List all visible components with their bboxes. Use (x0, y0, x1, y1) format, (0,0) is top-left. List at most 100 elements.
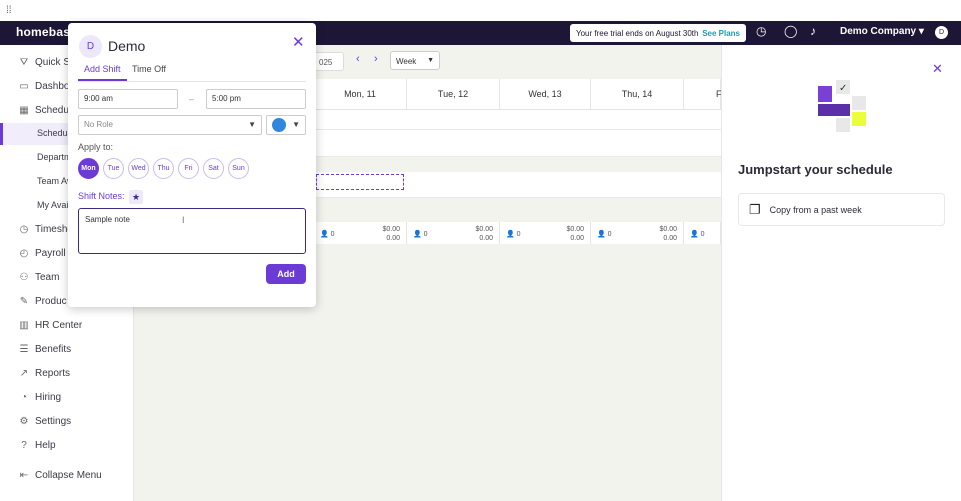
tab-divider (78, 81, 306, 82)
day-toggle-sun[interactable]: Sun (228, 158, 249, 179)
apply-to-label: Apply to: (78, 142, 114, 152)
trial-text: Your free trial ends on August 30th (576, 28, 699, 38)
company-selector[interactable]: Demo Company ▾ (840, 26, 924, 37)
help-icon: ? (21, 439, 27, 451)
calendar-icon: ▦ (19, 104, 29, 116)
copy-icon: ❐ (749, 201, 761, 217)
clock-icon[interactable]: ◷ (756, 24, 766, 38)
end-time-input[interactable]: 5:00 pm (206, 89, 306, 109)
copy-past-week-button[interactable]: ❐ Copy from a past week (738, 193, 945, 226)
day-total-cell: 👤 0 $0.00 0.00 (500, 222, 591, 244)
pencil-icon: ✎ (19, 295, 29, 307)
amount-value: $0.00 (382, 226, 400, 233)
sidebar-item-label: Collapse Menu (35, 469, 102, 481)
flag-icon: ⛛ (19, 56, 29, 68)
day-toggle-mon[interactable]: Mon (78, 158, 99, 179)
jumpstart-title: Jumpstart your schedule (738, 162, 893, 177)
color-select[interactable]: ▼ (266, 115, 306, 135)
hiring-icon: ◔ (20, 391, 28, 403)
sidebar-item-label: Schedu (35, 104, 69, 116)
add-button[interactable]: Add (266, 264, 306, 284)
day-header: Tue, 12 (407, 79, 500, 110)
jumpstart-panel: ✕ ✓ Jumpstart your schedule ❐ Copy from a… (721, 45, 961, 501)
dashboard-icon: ▭ (19, 80, 29, 92)
star-icon[interactable]: ★ (129, 190, 143, 204)
add-shift-modal: D Demo ✕ Add Shift Time Off 9:00 am – 5:… (68, 23, 316, 307)
day-toggle-wed[interactable]: Wed (128, 158, 149, 179)
sidebar-item-hiring[interactable]: ◔ Hiring (0, 386, 134, 408)
reports-icon: ↗ (19, 367, 29, 379)
user-avatar[interactable]: D (935, 26, 948, 39)
day-toggle-tue[interactable]: Tue (103, 158, 124, 179)
gear-icon: ⚙ (19, 415, 29, 427)
day-toggle-sat[interactable]: Sat (203, 158, 224, 179)
sidebar-item-label: Reports (35, 367, 71, 379)
copy-label: Copy from a past week (769, 204, 862, 215)
bell-icon[interactable]: ♪ (810, 24, 816, 38)
chevron-down-icon: ▼ (427, 57, 434, 64)
person-count: 👤 0 (690, 231, 705, 238)
hr-icon: ▥ (19, 319, 29, 331)
count-value: 0 (607, 231, 612, 238)
tab-add-shift[interactable]: Add Shift (84, 64, 121, 74)
person-count: 👤 0 (597, 231, 612, 238)
see-plans-link[interactable]: See Plans (702, 29, 740, 38)
sidebar-item-label: Payroll (35, 247, 66, 259)
cost-summary: $0.00 0.00 (566, 225, 584, 243)
calendar-row (314, 130, 721, 157)
sidebar-item-reports[interactable]: ↗ Reports (0, 362, 134, 384)
time-separator: – (189, 94, 195, 104)
hours-value: 0.00 (479, 235, 493, 242)
role-select-value: No Role (84, 120, 113, 129)
tab-time-off[interactable]: Time Off (132, 64, 166, 74)
sidebar-subitem-departments[interactable]: Departm (37, 152, 72, 162)
cost-summary: $0.00 0.00 (475, 225, 493, 243)
next-week-icon[interactable]: › (374, 53, 378, 65)
close-icon[interactable]: ✕ (932, 61, 943, 77)
collapse-icon: ⇤ (19, 469, 29, 481)
text-cursor-icon: I (182, 215, 185, 225)
person-count: 👤 0 (320, 231, 335, 238)
start-time-input[interactable]: 9:00 am (78, 89, 178, 109)
shift-placeholder[interactable] (316, 174, 404, 190)
day-toggle-thu[interactable]: Thu (153, 158, 174, 179)
sidebar-item-label: Team (35, 271, 60, 283)
sidebar-item-label: Settings (35, 415, 72, 427)
sidebar-item-help[interactable]: ? Help (0, 434, 134, 456)
schedule-illustration-icon: ✓ (818, 80, 866, 132)
hours-value: 0.00 (663, 235, 677, 242)
shift-notes-textarea[interactable]: Sample note (78, 208, 306, 254)
day-toggle-fri[interactable]: Fri (178, 158, 199, 179)
prev-week-icon[interactable]: ‹ (356, 53, 360, 65)
sidebar-item-label: Produc (35, 295, 67, 307)
role-select[interactable]: No Role ▼ (78, 115, 262, 135)
collapse-menu-button[interactable]: ⇤ Collapse Menu (0, 464, 134, 486)
count-value: 0 (700, 231, 705, 238)
svg-text:✓: ✓ (839, 83, 847, 94)
sidebar-item-benefits[interactable]: ☰ Benefits (0, 338, 134, 360)
employee-avatar: D (79, 35, 102, 58)
view-select-value: Week (396, 57, 417, 66)
close-icon[interactable]: ✕ (292, 33, 305, 51)
sidebar-subitem-schedule[interactable]: Schedul (37, 128, 70, 138)
sidebar-subitem-my-availability[interactable]: My Avail (37, 200, 70, 210)
view-select[interactable]: Week ▼ (390, 51, 440, 70)
day-header: Mon, 11 (314, 79, 407, 110)
chat-icon[interactable]: ◯ (784, 24, 797, 38)
clock-icon: ◷ (19, 223, 29, 235)
date-range-picker[interactable]: 025 (314, 52, 344, 71)
sidebar-subitem-team-availability[interactable]: Team Av (37, 176, 71, 186)
sidebar-item-label: Dashbo (35, 80, 70, 92)
sidebar-item-label: Benefits (35, 343, 72, 355)
sidebar-item-hr-center[interactable]: ▥ HR Center (0, 314, 134, 336)
grid-icon[interactable]: ⁞⁞ (6, 5, 12, 16)
amount-value: $0.00 (475, 226, 493, 233)
shift-notes-label: Shift Notes: (78, 191, 125, 201)
team-icon: ⚇ (19, 271, 29, 283)
sidebar-item-label: Hiring (35, 391, 62, 403)
sidebar-item-settings[interactable]: ⚙ Settings (0, 410, 134, 432)
payroll-icon: ◴ (19, 247, 29, 259)
day-total-cell: 👤 0 $0.00 0.00 (591, 222, 684, 244)
hours-value: 0.00 (386, 235, 400, 242)
amount-value: $0.00 (566, 226, 584, 233)
